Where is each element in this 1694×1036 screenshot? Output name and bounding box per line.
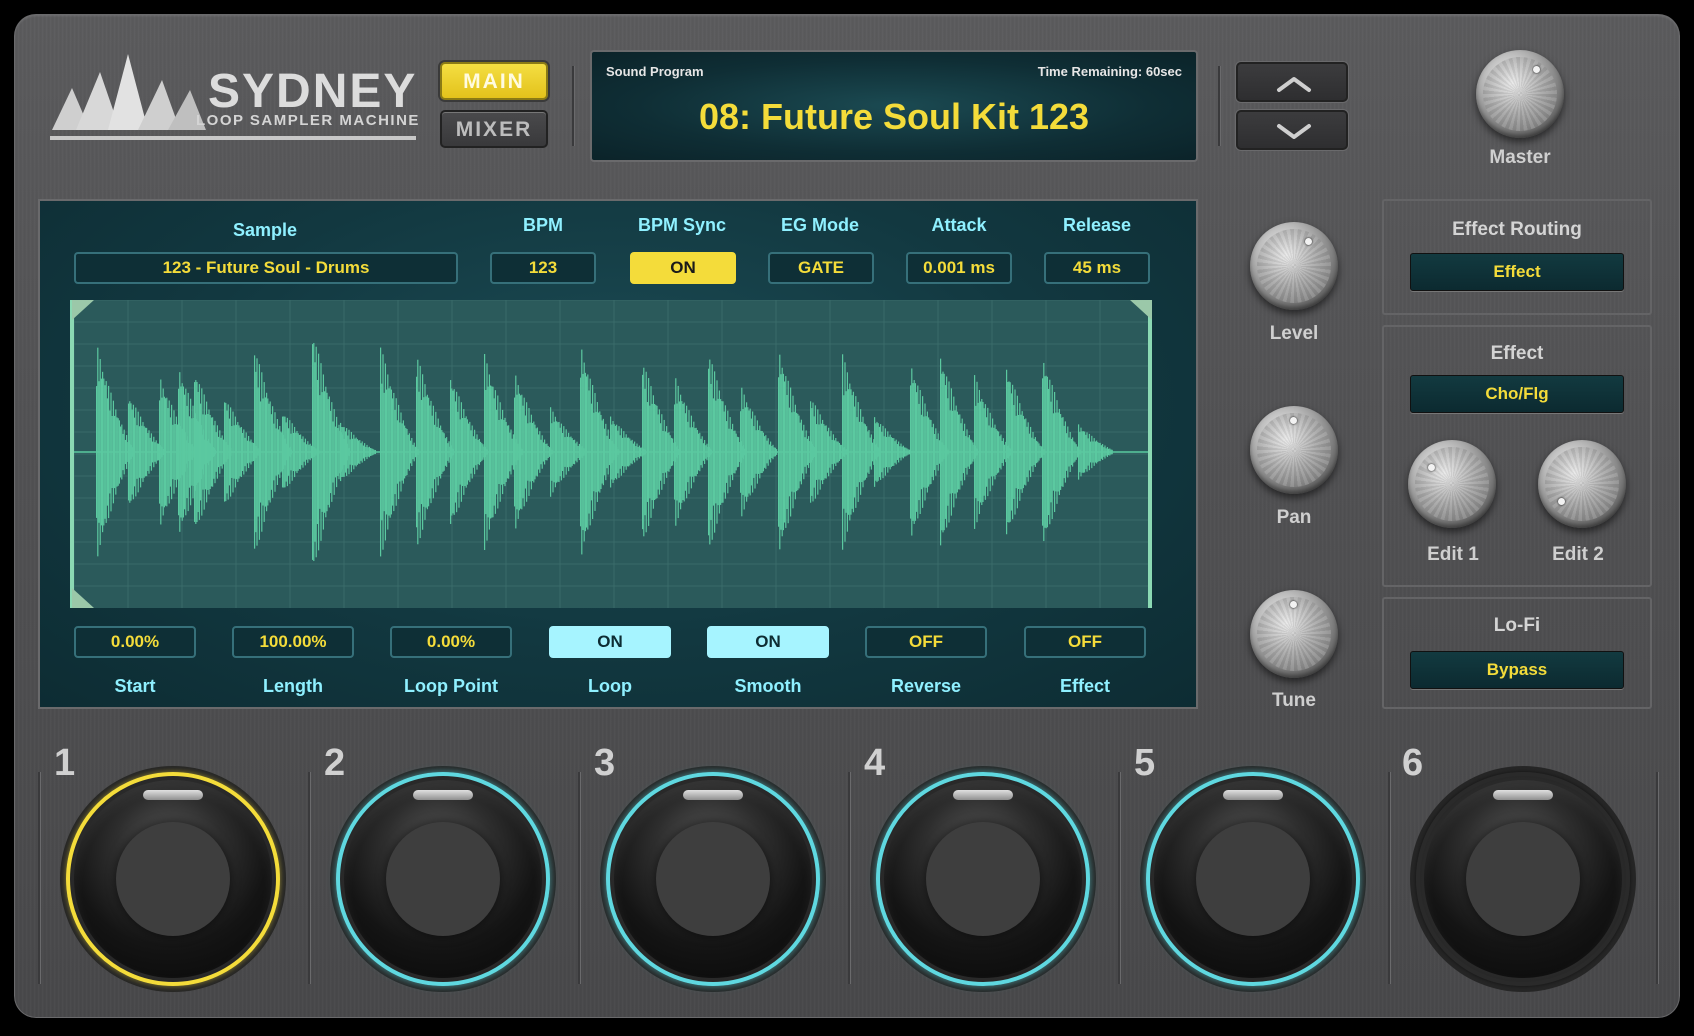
logo: SYDNEY LOOP SAMPLER MACHINE bbox=[50, 48, 420, 140]
pad-center bbox=[656, 822, 770, 936]
drum-pad-4[interactable] bbox=[870, 766, 1096, 992]
release-label: Release bbox=[1062, 215, 1132, 235]
start-label: Start bbox=[114, 676, 156, 696]
edit-1-knob[interactable] bbox=[1408, 440, 1496, 528]
sample-label: Sample bbox=[232, 220, 298, 240]
reverse-toggle[interactable]: OFF bbox=[865, 626, 987, 658]
lofi-selector[interactable]: Bypass bbox=[1410, 651, 1624, 689]
edit-2-label: Edit 2 bbox=[1552, 544, 1604, 565]
drum-pad-1[interactable] bbox=[60, 766, 286, 992]
drum-pad-3[interactable] bbox=[600, 766, 826, 992]
level-knob[interactable] bbox=[1250, 222, 1338, 310]
pad-center bbox=[1196, 822, 1310, 936]
lofi-title: Lo-Fi bbox=[1493, 615, 1541, 636]
end-marker-icon[interactable] bbox=[1128, 300, 1152, 322]
edit-2-knob[interactable] bbox=[1538, 440, 1626, 528]
divider bbox=[1218, 66, 1220, 146]
pad-center bbox=[926, 822, 1040, 936]
pad-divider bbox=[1118, 772, 1120, 984]
eg-mode-label: EG Mode bbox=[780, 215, 859, 235]
main-mode-button[interactable]: MAIN bbox=[440, 62, 548, 100]
start-marker-icon[interactable] bbox=[72, 300, 96, 322]
pad-number-5: 5 bbox=[1134, 742, 1156, 784]
effect-routing-selector[interactable]: Effect bbox=[1410, 253, 1624, 291]
pad-number-1: 1 bbox=[54, 742, 76, 784]
pad-number-3: 3 bbox=[594, 742, 616, 784]
pad-divider bbox=[38, 772, 40, 984]
pad-glare bbox=[953, 790, 1013, 800]
pad-number-2: 2 bbox=[324, 742, 346, 784]
bpm-label: BPM bbox=[523, 215, 563, 235]
smooth-toggle[interactable]: ON bbox=[707, 626, 829, 658]
pad-divider bbox=[578, 772, 580, 984]
pad-center bbox=[1466, 822, 1580, 936]
bpm-field[interactable]: 123 bbox=[490, 252, 596, 284]
logo-underline bbox=[50, 136, 416, 140]
pan-label: Pan bbox=[1276, 507, 1312, 528]
loop-label: Loop bbox=[588, 676, 632, 696]
sample-field[interactable]: 123 - Future Soul - Drums bbox=[74, 252, 458, 284]
length-field[interactable]: 100.00% bbox=[232, 626, 354, 658]
bpm-sync-toggle[interactable]: ON bbox=[630, 252, 736, 284]
drum-pad-2[interactable] bbox=[330, 766, 556, 992]
pad-divider bbox=[848, 772, 850, 984]
loop-start-marker-icon[interactable] bbox=[72, 586, 96, 608]
program-down-button[interactable] bbox=[1236, 110, 1348, 150]
program-up-button[interactable] bbox=[1236, 62, 1348, 102]
tune-knob[interactable] bbox=[1250, 590, 1338, 678]
effect-type-selector[interactable]: Cho/Flg bbox=[1410, 375, 1624, 413]
release-field[interactable]: 45 ms bbox=[1044, 252, 1150, 284]
drum-pad-6[interactable] bbox=[1410, 766, 1636, 992]
pad-divider bbox=[308, 772, 310, 984]
pad-glare bbox=[683, 790, 743, 800]
waveform-display[interactable] bbox=[70, 300, 1152, 608]
logo-subtitle: LOOP SAMPLER MACHINE bbox=[196, 112, 420, 129]
pad-divider bbox=[1656, 772, 1658, 984]
pad-center bbox=[116, 822, 230, 936]
time-remaining: Time Remaining: 60sec bbox=[1037, 64, 1182, 79]
pad-glare bbox=[143, 790, 203, 800]
pad-center bbox=[386, 822, 500, 936]
master-knob[interactable] bbox=[1476, 50, 1564, 138]
program-name: 08: Future Soul Kit 123 bbox=[698, 96, 1090, 137]
smooth-label: Smooth bbox=[734, 676, 802, 696]
attack-label: Attack bbox=[931, 215, 987, 235]
pad-divider bbox=[1388, 772, 1390, 984]
pad-number-6: 6 bbox=[1402, 742, 1424, 784]
loop-point-field[interactable]: 0.00% bbox=[390, 626, 512, 658]
sound-program-display: Sound Program Time Remaining: 60sec 08: … bbox=[590, 50, 1198, 162]
loop-toggle[interactable]: ON bbox=[549, 626, 671, 658]
attack-field[interactable]: 0.001 ms bbox=[906, 252, 1012, 284]
tune-label: Tune bbox=[1272, 690, 1316, 711]
start-field[interactable]: 0.00% bbox=[74, 626, 196, 658]
divider bbox=[572, 66, 574, 146]
edit-1-label: Edit 1 bbox=[1427, 544, 1479, 565]
loop-point-label: Loop Point bbox=[404, 676, 498, 696]
effect-toggle-label: Effect bbox=[1059, 676, 1110, 696]
lofi-section: Lo-Fi Bypass bbox=[1382, 597, 1652, 709]
effect-toggle[interactable]: OFF bbox=[1024, 626, 1146, 658]
pan-knob[interactable] bbox=[1250, 406, 1338, 494]
sound-program-label: Sound Program bbox=[606, 64, 704, 79]
chevron-up-icon bbox=[1277, 77, 1311, 92]
drum-pad-5[interactable] bbox=[1140, 766, 1366, 992]
waveform bbox=[74, 300, 1148, 608]
effect-routing-title: Effect Routing bbox=[1452, 219, 1582, 240]
pad-glare bbox=[413, 790, 473, 800]
eg-mode-field[interactable]: GATE bbox=[768, 252, 874, 284]
master-label: Master bbox=[1489, 147, 1551, 168]
pad-number-4: 4 bbox=[864, 742, 886, 784]
mixer-mode-button[interactable]: MIXER bbox=[440, 110, 548, 148]
pad-glare bbox=[1493, 790, 1553, 800]
chevron-down-icon bbox=[1277, 124, 1311, 139]
effect-title: Effect bbox=[1490, 343, 1544, 364]
effect-routing-section: Effect Routing Effect bbox=[1382, 199, 1652, 315]
bpm-sync-label: BPM Sync bbox=[637, 215, 727, 235]
opera-house-logo-icon bbox=[52, 54, 206, 130]
pad-glare bbox=[1223, 790, 1283, 800]
reverse-label: Reverse bbox=[890, 676, 962, 696]
length-label: Length bbox=[263, 676, 323, 696]
logo-title: SYDNEY bbox=[208, 65, 418, 118]
level-label: Level bbox=[1269, 323, 1319, 344]
